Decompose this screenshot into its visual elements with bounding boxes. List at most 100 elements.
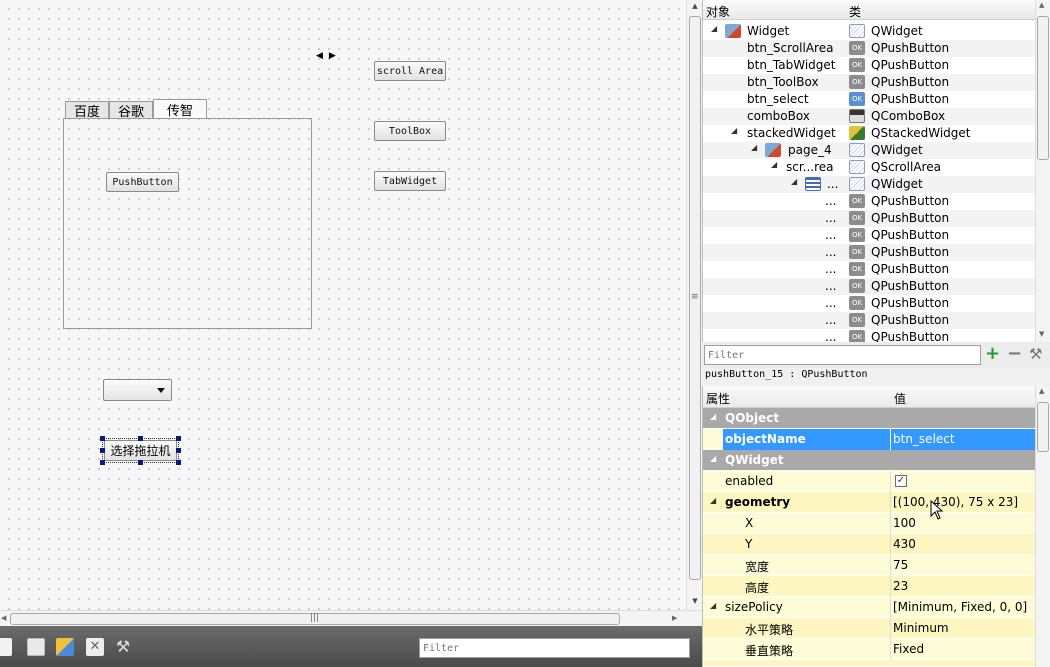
resize-handle[interactable] xyxy=(176,460,181,465)
resize-handle[interactable] xyxy=(176,436,181,441)
property-row-height[interactable]: 高度 23 xyxy=(703,576,1036,597)
tree-row[interactable]: ... OK QPushButton xyxy=(703,244,1036,261)
scroll-down-icon[interactable]: ▼ xyxy=(1039,330,1044,338)
property-group-qobject[interactable]: ◢ QObject xyxy=(703,408,1036,429)
column-header-class[interactable]: 类 xyxy=(849,3,861,20)
scroll-thumb[interactable] xyxy=(1037,16,1049,160)
expand-arrow-icon[interactable]: ◢ xyxy=(751,143,757,152)
tree-row[interactable]: btn_TabWidget OK QPushButton xyxy=(703,57,1036,74)
tree-row[interactable]: ... OK QPushButton xyxy=(703,261,1036,278)
property-value[interactable]: [Minimum, Fixed, 0, 0] xyxy=(893,600,1027,614)
tree-row[interactable]: ... OK QPushButton xyxy=(703,278,1036,295)
property-row-objectname[interactable]: objectName btn_select xyxy=(703,429,1036,450)
property-value[interactable]: Fixed xyxy=(893,642,924,656)
property-value[interactable]: Minimum xyxy=(893,621,949,635)
expand-arrow-icon[interactable]: ◢ xyxy=(791,177,797,186)
enabled-checkbox[interactable]: ✓ xyxy=(895,475,907,487)
scroll-area-button[interactable]: scroll Area xyxy=(374,61,446,81)
property-row-sizepolicy[interactable]: ◢ sizePolicy [Minimum, Fixed, 0, 0] xyxy=(703,597,1036,618)
scroll-up-icon[interactable]: ▲ xyxy=(1039,387,1044,395)
add-icon[interactable]: + xyxy=(985,343,1000,364)
tree-row[interactable]: ... OK QPushButton xyxy=(703,193,1036,210)
property-group-qwidget[interactable]: ◢ QWidget xyxy=(703,450,1036,471)
tab-baidu[interactable]: 百度 xyxy=(65,101,110,120)
collapse-arrow-icon[interactable]: ◢ xyxy=(710,454,716,463)
canvas-vertical-scrollbar[interactable]: ▲ ≡ ▼ xyxy=(686,0,702,610)
design-canvas[interactable]: ◀▶ 百度 谷歌 传智 PushButton scroll Area ToolB… xyxy=(0,0,686,610)
tree-row[interactable]: btn_ScrollArea OK QPushButton xyxy=(703,40,1036,57)
resize-handle[interactable] xyxy=(100,460,105,465)
object-name: scr...rea xyxy=(786,160,834,174)
tree-row[interactable]: ... OK QPushButton xyxy=(703,295,1036,312)
remove-icon[interactable]: − xyxy=(1007,343,1022,364)
scroll-right-icon[interactable]: ▶ xyxy=(672,614,677,622)
scroll-up-icon[interactable]: ▲ xyxy=(687,2,703,10)
tree-row[interactable]: ... OK QPushButton xyxy=(703,210,1036,227)
column-header-object[interactable]: 对象 xyxy=(706,3,730,20)
property-row-vertical-policy[interactable]: 垂直策略 Fixed xyxy=(703,639,1036,660)
wrench-icon[interactable]: ⚒ xyxy=(1029,345,1042,363)
tree-row[interactable]: ◢ page_4 QWidget xyxy=(703,142,1036,159)
tree-row[interactable]: ◢ stackedWidget QStackedWidget xyxy=(703,125,1036,142)
tree-row[interactable]: btn_ToolBox OK QPushButton xyxy=(703,74,1036,91)
tree-row[interactable]: comboBox QComboBox xyxy=(703,108,1036,125)
tree-row[interactable]: ◢ scr...rea QScrollArea xyxy=(703,159,1036,176)
combo-box[interactable] xyxy=(103,379,172,401)
toolbox-button[interactable]: ToolBox xyxy=(374,121,446,141)
tree-row[interactable]: ... OK QPushButton xyxy=(703,227,1036,244)
delete-icon[interactable]: ✕ xyxy=(86,638,104,656)
expand-arrow-icon[interactable]: ◢ xyxy=(711,24,717,33)
tree-row[interactable]: ◢ Widget QWidget xyxy=(703,23,1036,40)
tree-row[interactable]: ... OK QPushButton xyxy=(703,329,1036,342)
action-filter-input[interactable] xyxy=(419,638,690,658)
column-header-property[interactable]: 属性 xyxy=(706,390,730,407)
property-value[interactable]: 100 xyxy=(893,516,916,530)
expand-arrow-icon[interactable]: ◢ xyxy=(731,126,737,135)
tab-chuanzhi[interactable]: 传智 xyxy=(153,99,208,119)
property-value[interactable]: [(100, 430), 75 x 23] xyxy=(893,495,1018,509)
property-row-x[interactable]: X 100 xyxy=(703,513,1036,534)
expand-arrow-icon[interactable]: ◢ xyxy=(771,160,777,169)
property-value[interactable]: btn_select xyxy=(893,432,955,446)
copy-icon[interactable] xyxy=(27,638,45,656)
tab-google[interactable]: 谷歌 xyxy=(109,101,154,120)
tree-row[interactable]: btn_select OK QPushButton xyxy=(703,91,1036,108)
resize-handle[interactable] xyxy=(138,436,143,441)
resize-handle[interactable] xyxy=(176,448,181,453)
canvas-horizontal-scrollbar[interactable]: ◀ ||| ▶ xyxy=(0,610,702,626)
property-value[interactable]: 430 xyxy=(893,537,916,551)
tree-row[interactable]: ... OK QPushButton xyxy=(703,312,1036,329)
property-row-geometry[interactable]: ◢ geometry [(100, 430), 75 x 23] xyxy=(703,492,1036,513)
resize-handle[interactable] xyxy=(138,460,143,465)
property-value[interactable]: 23 xyxy=(893,579,908,593)
paste-icon[interactable] xyxy=(56,638,74,656)
class-name: QPushButton xyxy=(871,296,950,310)
collapse-arrow-icon[interactable]: ◢ xyxy=(710,601,716,610)
property-row-horizontal-policy[interactable]: 水平策略 Minimum xyxy=(703,618,1036,639)
class-name: QScrollArea xyxy=(871,160,941,174)
resize-handle[interactable] xyxy=(100,436,105,441)
property-value[interactable]: 75 xyxy=(893,558,908,572)
collapse-arrow-icon[interactable]: ◢ xyxy=(710,412,716,421)
scroll-left-icon[interactable]: ◀ xyxy=(1,614,6,622)
tab-widget-pane xyxy=(63,118,312,329)
column-header-value[interactable]: 值 xyxy=(894,390,906,407)
property-row-y[interactable]: Y 430 xyxy=(703,534,1036,555)
object-inspector-scrollbar[interactable]: ▲ ▼ xyxy=(1035,0,1050,342)
scroll-thumb[interactable] xyxy=(1037,402,1049,452)
new-file-icon[interactable] xyxy=(0,638,12,656)
property-row-width[interactable]: 宽度 75 xyxy=(703,555,1036,576)
tab-pushbutton[interactable]: PushButton xyxy=(106,172,179,192)
tabwidget-button[interactable]: TabWidget xyxy=(374,171,446,191)
scroll-down-icon[interactable]: ▼ xyxy=(687,597,703,605)
property-editor-scrollbar[interactable]: ▲ xyxy=(1035,386,1050,667)
tree-row[interactable]: ◢ ... QWidget xyxy=(703,176,1036,193)
wrench-icon[interactable]: ⚒ xyxy=(114,638,132,656)
property-row-enabled[interactable]: enabled ✓ xyxy=(703,471,1036,492)
collapse-arrow-icon[interactable]: ◢ xyxy=(710,496,716,505)
scroll-up-icon[interactable]: ▲ xyxy=(1039,1,1044,9)
object-filter-input[interactable] xyxy=(704,345,981,365)
select-tractor-button[interactable]: 选择拖拉机 xyxy=(104,440,177,461)
resize-handle[interactable] xyxy=(100,448,105,453)
class-name: QWidget xyxy=(871,24,923,38)
